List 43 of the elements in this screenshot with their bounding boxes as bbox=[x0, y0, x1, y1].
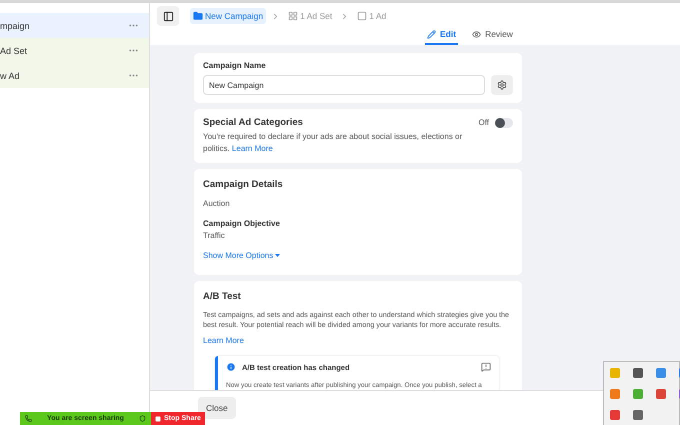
objective-text: Traffic bbox=[203, 230, 226, 242]
eye-icon bbox=[472, 30, 482, 38]
tray-icon[interactable] bbox=[610, 389, 620, 399]
tab[interactable]: Review bbox=[470, 27, 515, 45]
gear-icon bbox=[497, 80, 507, 90]
description-text: You're required to declare if your ads are about social issues, elections or politics. Learn More bbox=[203, 131, 464, 155]
campaign-name-field[interactable]: New Campaign bbox=[203, 75, 485, 95]
stop-icon bbox=[155, 416, 161, 422]
section-title: A/B Test bbox=[203, 291, 242, 302]
feedback-icon[interactable] bbox=[481, 362, 491, 372]
toggle-switch[interactable] bbox=[495, 118, 513, 128]
show-more-options-link[interactable]: Show More Options bbox=[203, 251, 280, 260]
section-title: Special Ad Categories bbox=[203, 117, 303, 128]
settings-button[interactable] bbox=[491, 75, 513, 95]
sidebar-toggle-button[interactable] bbox=[157, 6, 179, 26]
grid-icon bbox=[288, 11, 298, 21]
info-icon bbox=[226, 362, 236, 372]
panel-icon bbox=[162, 10, 174, 22]
tray-icon[interactable] bbox=[633, 389, 643, 399]
caret-icon bbox=[275, 254, 280, 257]
sidebar-item[interactable]: mpaign bbox=[0, 13, 149, 38]
pencil-icon bbox=[427, 30, 436, 38]
learn-more-link[interactable]: Learn More bbox=[232, 144, 273, 153]
learn-more-link[interactable]: Learn More bbox=[203, 336, 244, 345]
breadcrumb-link[interactable]: New Campaign bbox=[190, 8, 266, 24]
tray-icon[interactable] bbox=[610, 410, 620, 420]
toggle-label: Off bbox=[478, 117, 489, 129]
sidebar-item[interactable]: Ad Set bbox=[0, 38, 149, 63]
square-icon bbox=[357, 11, 368, 21]
tray-icon[interactable] bbox=[656, 368, 666, 378]
breadcrumb-link[interactable]: 1 Ad Set bbox=[285, 8, 336, 24]
field-label: Campaign Name bbox=[203, 61, 267, 70]
field-label: Campaign Objective bbox=[203, 219, 281, 228]
tray-icon[interactable] bbox=[656, 389, 666, 399]
tray-icon[interactable] bbox=[633, 410, 643, 420]
breadcrumb-link[interactable]: 1 Ad bbox=[354, 8, 390, 24]
sidebar-item[interactable]: w Ad bbox=[0, 63, 149, 88]
folder-icon bbox=[193, 11, 203, 21]
section-title: Campaign Details bbox=[203, 179, 284, 190]
tray-icon[interactable] bbox=[633, 368, 643, 378]
shield-icon bbox=[139, 415, 146, 422]
buying-type-text: Auction bbox=[203, 198, 231, 210]
phone-icon bbox=[25, 415, 32, 422]
